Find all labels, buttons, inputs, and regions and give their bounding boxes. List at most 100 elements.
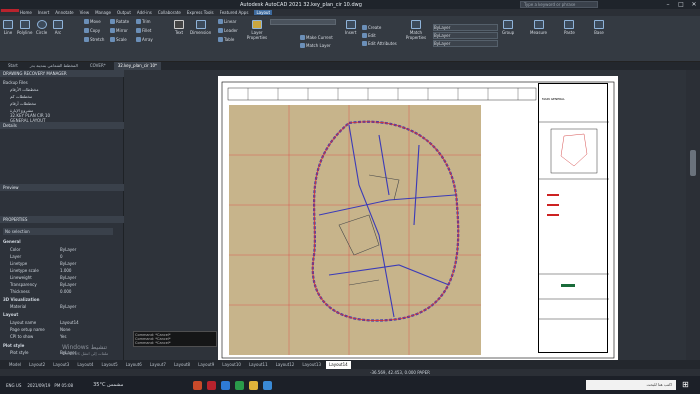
ribbon-tab[interactable]: Manage bbox=[95, 10, 111, 15]
table-button[interactable]: Table bbox=[218, 36, 234, 43]
property-row[interactable]: Linetype ByLayer bbox=[0, 260, 124, 267]
language-indicator[interactable]: ENG US bbox=[6, 383, 21, 388]
layout-tab[interactable]: Layout14 bbox=[326, 360, 351, 369]
close-icon[interactable]: ✕ bbox=[688, 0, 700, 9]
preview-header[interactable]: Preview bbox=[0, 184, 124, 191]
layout-tab[interactable]: Layout5 bbox=[98, 361, 120, 369]
property-row[interactable]: Linetype scale 1.000 bbox=[0, 267, 124, 274]
vertical-scrollbar[interactable] bbox=[686, 70, 700, 360]
dimension-button[interactable]: Dimension bbox=[190, 20, 211, 35]
visualization-section[interactable]: 3D Visualization bbox=[0, 296, 124, 303]
move-button[interactable]: Move bbox=[84, 18, 101, 25]
text-button[interactable]: Text bbox=[174, 20, 184, 35]
layout-tab[interactable]: Layout11 bbox=[246, 361, 271, 369]
array-button[interactable]: Array bbox=[136, 36, 153, 43]
ribbon-tab[interactable]: Home bbox=[20, 10, 32, 15]
stretch-button[interactable]: Stretch bbox=[84, 36, 104, 43]
edit-attributes-button[interactable]: Edit Attributes bbox=[362, 40, 397, 47]
scrollbar-thumb[interactable] bbox=[690, 150, 696, 176]
polyline-button[interactable]: Polyline bbox=[17, 20, 32, 35]
file-tab[interactable]: 32.key_plan_cir 10* bbox=[113, 62, 162, 70]
layer-properties-button[interactable]: Layer Properties bbox=[247, 20, 267, 40]
weather-widget[interactable]: 35°C مشمس bbox=[93, 382, 123, 388]
layer-dropdown[interactable] bbox=[270, 19, 336, 25]
ribbon-tab[interactable]: View bbox=[80, 10, 90, 15]
fillet-button[interactable]: Fillet bbox=[136, 27, 151, 34]
layout-tab[interactable]: Layout9 bbox=[195, 361, 217, 369]
ribbon-tab[interactable]: Collaborate bbox=[158, 10, 181, 15]
ribbon-tab[interactable]: Annotate bbox=[55, 10, 73, 15]
property-row[interactable]: Transparency ByLayer bbox=[0, 281, 124, 288]
layout-tab[interactable]: Layout13 bbox=[299, 361, 324, 369]
property-row[interactable]: CPI to show Yes bbox=[0, 333, 124, 340]
property-row[interactable]: Color ByLayer bbox=[0, 246, 124, 253]
ribbon-tab[interactable]: Output bbox=[117, 10, 131, 15]
ribbon-tab[interactable]: Add-ins bbox=[137, 10, 152, 15]
trim-button[interactable]: Trim bbox=[136, 18, 151, 25]
property-row[interactable]: Thickness 0.000 bbox=[0, 288, 124, 295]
details-header[interactable]: Details bbox=[0, 122, 124, 129]
rotate-button[interactable]: Rotate bbox=[110, 18, 129, 25]
property-row[interactable]: Lineweight ByLayer bbox=[0, 274, 124, 281]
general-section[interactable]: General bbox=[0, 238, 124, 245]
app-icon[interactable] bbox=[193, 380, 203, 390]
autocad-icon[interactable] bbox=[207, 380, 217, 390]
measure-button[interactable]: Measure bbox=[530, 20, 547, 35]
arc-button[interactable]: Arc bbox=[53, 20, 63, 35]
chrome-icon[interactable] bbox=[235, 380, 245, 390]
ribbon-tab[interactable]: Insert bbox=[38, 10, 49, 15]
line-button[interactable]: Line bbox=[3, 20, 13, 35]
layout-tab[interactable]: Layout3 bbox=[50, 361, 72, 369]
property-row[interactable]: Layer 0 bbox=[0, 253, 124, 260]
linetype-dropdown[interactable]: ByLayer bbox=[433, 40, 498, 47]
paste-button[interactable]: Paste bbox=[564, 20, 575, 35]
folder-icon[interactable] bbox=[249, 380, 259, 390]
layout-tab[interactable]: Layout2 bbox=[26, 361, 48, 369]
match-layer-button[interactable]: Match Layer bbox=[300, 42, 331, 49]
search-input[interactable]: Type a keyword or phrase bbox=[520, 1, 598, 8]
minimize-icon[interactable]: – bbox=[662, 0, 674, 9]
insert-button[interactable]: Insert bbox=[345, 20, 356, 35]
recovery-file[interactable]: مخططات أرقام bbox=[0, 100, 124, 107]
copy-button[interactable]: Copy bbox=[84, 27, 100, 34]
property-row[interactable]: Layout name Layout14 bbox=[0, 319, 124, 326]
maximize-icon[interactable]: □ bbox=[675, 0, 687, 9]
property-row[interactable]: Material ByLayer bbox=[0, 303, 124, 310]
selection-dropdown[interactable]: No selection bbox=[3, 228, 113, 235]
scale-button[interactable]: Scale bbox=[110, 36, 127, 43]
layout-tab[interactable]: Model bbox=[6, 361, 24, 369]
base-view-button[interactable]: Base bbox=[594, 20, 604, 35]
recovery-file[interactable]: 32.KEY PLAN CIR 10 GENERAL LAYOUT bbox=[0, 113, 124, 123]
group-button[interactable]: Group bbox=[502, 20, 514, 35]
layout-tab[interactable]: Layout6 bbox=[123, 361, 145, 369]
recovery-file[interactable]: مخططات كم bbox=[0, 93, 124, 100]
create-block-button[interactable]: Create bbox=[362, 24, 381, 31]
file-tab[interactable]: COVER* bbox=[86, 62, 110, 70]
recovery-file[interactable]: مخططات الأرقام bbox=[0, 86, 124, 93]
mirror-button[interactable]: Mirror bbox=[110, 27, 128, 34]
layout-tab[interactable]: Layout10 bbox=[219, 361, 244, 369]
ribbon-tab[interactable]: Layout bbox=[254, 10, 273, 15]
file-tab[interactable]: Start bbox=[4, 62, 22, 70]
windows-start-icon[interactable]: ⊞ bbox=[682, 380, 692, 390]
lineweight-dropdown[interactable]: ByLayer bbox=[433, 32, 498, 39]
word-icon[interactable] bbox=[221, 380, 231, 390]
layout-section[interactable]: Layout bbox=[0, 311, 124, 318]
file-tab[interactable]: المخطط الشعاعي بمدينة بدر bbox=[26, 62, 82, 70]
edit-block-button[interactable]: Edit bbox=[362, 32, 376, 39]
make-current-button[interactable]: Make Current bbox=[300, 34, 333, 41]
edge-icon[interactable] bbox=[263, 380, 273, 390]
layout-tab[interactable]: Layout4 bbox=[74, 361, 96, 369]
color-dropdown[interactable]: ByLayer bbox=[433, 24, 498, 31]
linear-button[interactable]: Linear bbox=[218, 18, 236, 25]
layout-tab[interactable]: Layout8 bbox=[171, 361, 193, 369]
ribbon-tab[interactable]: Featured Apps bbox=[220, 10, 249, 15]
match-properties-button[interactable]: Match Properties bbox=[405, 20, 427, 40]
taskbar-search[interactable]: اكتب هنا للبحث bbox=[586, 380, 676, 390]
leader-button[interactable]: Leader bbox=[218, 27, 238, 34]
property-row[interactable]: Page setup name None bbox=[0, 326, 124, 333]
layout-tab[interactable]: Layout7 bbox=[147, 361, 169, 369]
circle-button[interactable]: Circle bbox=[36, 20, 47, 35]
space-toggle[interactable]: PAPER bbox=[417, 370, 430, 375]
layout-tab[interactable]: Layout12 bbox=[273, 361, 298, 369]
